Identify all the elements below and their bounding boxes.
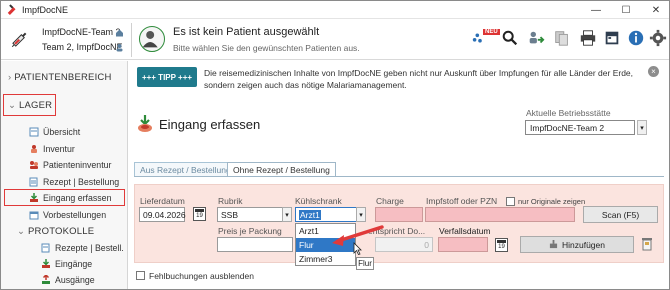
syringe-logo-icon (11, 32, 27, 48)
calendar-icon[interactable]: 19 (193, 207, 206, 221)
tab-ohne-rezept[interactable]: Ohne Rezept / Bestellung (227, 162, 336, 176)
settings-icon[interactable] (649, 28, 667, 48)
sidebar-item-rezept-bestellung[interactable]: Rezept | Bestellung (29, 177, 119, 187)
app-syringe-icon (7, 4, 16, 15)
sidebar-item-protokoll-eingaenge[interactable]: Eingänge (41, 259, 92, 269)
transfer-icon[interactable] (527, 28, 545, 48)
sidebar-section-protokolle[interactable]: ⌄ PROTOKOLLE (17, 226, 94, 237)
chevron-down-icon[interactable]: ▾ (637, 120, 647, 135)
chevron-down-icon[interactable]: ▾ (282, 207, 292, 222)
nur-originale-checkbox[interactable] (506, 197, 515, 206)
sidebar-section-lager[interactable]: ⌄ LAGER (8, 100, 52, 111)
maximize-button[interactable]: ☐ (611, 1, 641, 19)
page-title: Eingang erfassen (159, 117, 261, 132)
header-divider (131, 23, 132, 57)
betriebsstaette-select[interactable]: ImpfDocNE-Team 2 (525, 120, 635, 135)
chevron-down-icon: ⌄ (8, 100, 17, 111)
nur-originale-label: nur Originale zeigen (518, 197, 586, 206)
hinzufuegen-button[interactable]: Hinzufügen (520, 236, 634, 253)
kuehlschrank-select[interactable]: Arzt1 (295, 207, 357, 222)
tab-aus-rezept[interactable]: Aus Rezept / Bestellung (134, 162, 237, 176)
fehlbuchungen-checkbox[interactable] (136, 271, 145, 280)
prescription-icon (29, 177, 38, 187)
incoming-stock-icon (138, 115, 152, 132)
minimize-button[interactable]: — (581, 1, 611, 19)
sidebar-item-protokoll-rezepte[interactable]: Rezepte | Bestell. (41, 243, 124, 253)
incoming-icon (30, 193, 38, 202)
sidebar-item-inventur[interactable]: Inventur (29, 144, 75, 154)
user-icon (116, 44, 123, 52)
patient-avatar[interactable] (139, 26, 165, 52)
sidebar-item-patienteninventur[interactable]: Patienteninventur (29, 160, 111, 170)
title-bar: ImpfDocNE — ☐ ✕ (1, 1, 669, 19)
lieferdatum-label: Lieferdatum (140, 196, 185, 206)
calendar-icon[interactable] (603, 28, 621, 48)
inventory-icon (31, 145, 37, 153)
mouse-cursor-icon (353, 242, 362, 255)
dropdown-option-zimmer3[interactable]: Zimmer3 (296, 252, 355, 266)
chevron-down-icon: ⌄ (17, 226, 26, 237)
scan-button[interactable]: Scan (F5) (583, 206, 658, 223)
info-icon[interactable] (627, 28, 645, 48)
add-stock-icon (549, 240, 558, 249)
incoming-icon (42, 259, 50, 268)
chevron-down-icon[interactable]: ▾ (356, 207, 366, 222)
home-icon (116, 29, 123, 37)
verfallsdatum-input[interactable] (438, 237, 488, 252)
charge-input[interactable] (375, 207, 423, 222)
tab-divider (134, 176, 664, 177)
verfallsdatum-label: Verfallsdatum (439, 226, 491, 236)
team-name: ImpfDocNE-Team 2 (42, 27, 121, 37)
tooltip: Flur (356, 257, 374, 270)
outgoing-icon (42, 275, 50, 284)
sidebar-item-protokoll-ausgaenge[interactable]: Ausgänge (41, 275, 95, 285)
print-icon[interactable] (579, 28, 597, 48)
charge-label: Charge (376, 196, 404, 206)
patient-status-title: Es ist kein Patient ausgewählt (173, 26, 320, 38)
betriebsstaette-label: Aktuelle Betriebsstätte (526, 108, 611, 118)
chevron-right-icon: › (8, 72, 12, 83)
tip-text: Die reisemedizinischen Inhalte von ImpfD… (204, 68, 634, 90)
preis-input[interactable] (217, 237, 293, 252)
window-title: ImpfDocNE (22, 5, 69, 15)
fehlbuchungen-label: Fehlbuchungen ausblenden (149, 271, 254, 281)
tip-button[interactable]: +++ TIPP +++ (137, 67, 197, 87)
documents-icon[interactable] (553, 28, 571, 48)
trash-icon[interactable] (642, 237, 652, 251)
overview-icon (29, 127, 39, 137)
patient-inventory-icon (30, 161, 38, 169)
app-window: ImpfDocNE — ☐ ✕ ImpfDocNE-Team 2 Team 2,… (0, 0, 670, 290)
search-icon[interactable] (501, 28, 519, 48)
sidebar: › PATIENTENBEREICH ⌄ LAGER Übersicht Inv… (1, 61, 128, 289)
impfstoff-input[interactable] (425, 207, 575, 222)
sidebar-item-uebersicht[interactable]: Übersicht (29, 127, 80, 137)
close-button[interactable]: ✕ (641, 1, 669, 19)
kuehlschrank-label: Kühlschrank (295, 196, 342, 206)
patient-status-subtitle: Bitte wählen Sie den gewünschten Patient… (173, 43, 360, 53)
rubrik-label: Rubrik (218, 196, 243, 206)
calendar-icon[interactable]: 19 (495, 238, 508, 252)
lieferdatum-input[interactable]: 09.04.2026 (139, 207, 186, 222)
rubrik-select[interactable]: SSB (217, 207, 283, 222)
impfstoff-label: Impfstoff oder PZN (426, 196, 498, 206)
sidebar-item-eingang-erfassen[interactable]: Eingang erfassen (29, 193, 111, 203)
preis-label: Preis je Packung (218, 226, 282, 236)
sidebar-section-patientenbereich[interactable]: › PATIENTENBEREICH (8, 72, 112, 83)
new-badge: NEU (483, 29, 500, 35)
preorder-icon (29, 211, 39, 220)
app-header: ImpfDocNE-Team 2 Team 2, ImpfDocNE Es is… (1, 20, 669, 60)
prescription-icon (41, 243, 50, 253)
team-user: Team 2, ImpfDocNE (42, 42, 123, 52)
person-icon (142, 30, 158, 48)
sidebar-item-vorbestellungen[interactable]: Vorbestellungen (29, 210, 106, 220)
tip-close-icon[interactable]: × (648, 66, 659, 77)
